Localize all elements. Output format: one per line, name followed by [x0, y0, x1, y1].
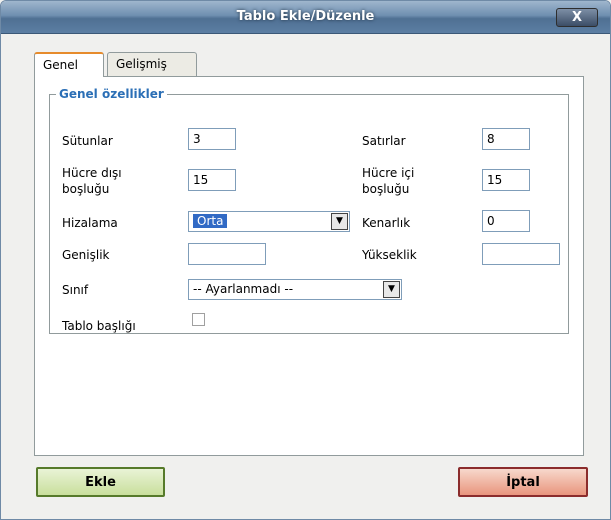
close-button[interactable]: X — [556, 8, 598, 27]
cellpadding-label-line2: boşluğu — [362, 182, 410, 196]
chevron-down-icon[interactable]: ▼ — [383, 281, 400, 298]
close-icon: X — [571, 10, 583, 25]
insert-button[interactable]: Ekle — [36, 467, 165, 497]
columns-label: Sütunlar — [62, 134, 113, 148]
cellspacing-label-line2: boşluğu — [62, 182, 110, 196]
cancel-button[interactable]: İptal — [458, 467, 588, 497]
height-input[interactable] — [482, 243, 560, 265]
caption-label: Tablo başlığı — [62, 319, 136, 333]
class-selected-value: -- Ayarlanmadı -- — [193, 282, 294, 296]
general-properties-group: Genel özellikler Sütunlar 3 Satırlar 8 H… — [49, 87, 569, 334]
cellpadding-input[interactable]: 15 — [482, 169, 530, 191]
align-selected-value: Orta — [193, 214, 228, 228]
align-select[interactable]: Orta ▼ — [188, 211, 350, 232]
window-title: Tablo Ekle/Düzenle — [236, 9, 375, 24]
group-legend: Genel özellikler — [59, 87, 164, 101]
general-panel: Genel özellikler Sütunlar 3 Satırlar 8 H… — [34, 76, 584, 456]
rows-input[interactable]: 8 — [482, 128, 530, 150]
caption-checkbox[interactable] — [192, 313, 205, 326]
tab-advanced[interactable]: Gelişmiş — [107, 52, 197, 76]
width-input[interactable] — [188, 243, 266, 265]
border-input[interactable]: 0 — [482, 210, 530, 232]
class-label: Sınıf — [62, 283, 89, 297]
border-label: Kenarlık — [362, 216, 411, 230]
tab-general[interactable]: Genel — [34, 52, 104, 77]
cellspacing-label-line1: Hücre dışı — [62, 166, 122, 180]
width-label: Genişlik — [62, 248, 110, 262]
columns-input[interactable]: 3 — [188, 128, 236, 150]
cellspacing-input[interactable]: 15 — [188, 169, 236, 191]
rows-label: Satırlar — [362, 134, 406, 148]
class-select[interactable]: -- Ayarlanmadı -- ▼ — [188, 279, 402, 300]
height-label: Yükseklik — [362, 248, 417, 262]
align-label: Hizalama — [62, 216, 118, 230]
dialog-window: Tablo Ekle/Düzenle X Genel Gelişmiş Gene… — [0, 0, 611, 520]
title-bar[interactable]: Tablo Ekle/Düzenle X — [1, 1, 610, 34]
cellpadding-label-line1: Hücre içi — [362, 166, 415, 180]
chevron-down-icon[interactable]: ▼ — [331, 213, 348, 230]
